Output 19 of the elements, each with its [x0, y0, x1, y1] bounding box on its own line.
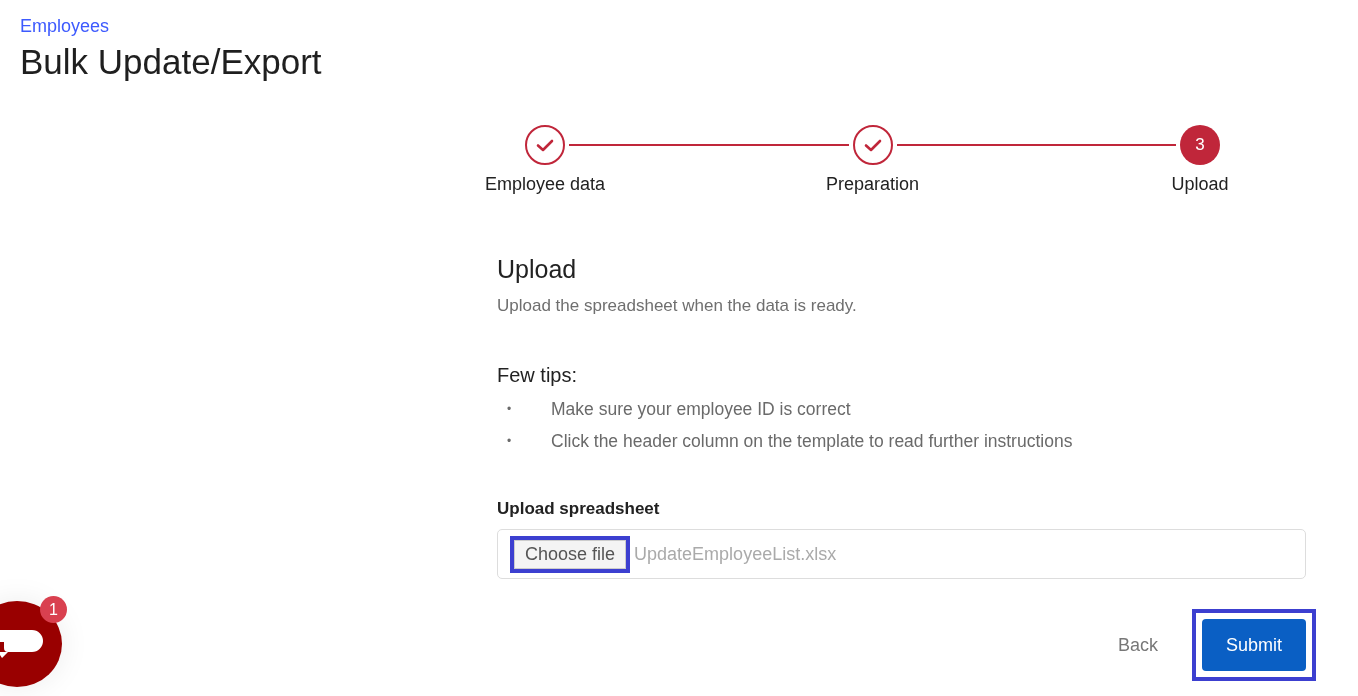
section-description: Upload the spreadsheet when the data is ready. [497, 296, 858, 316]
step-label: Employee data [484, 174, 606, 195]
section-heading: Upload [497, 255, 578, 284]
submit-button[interactable]: Submit [1202, 619, 1306, 671]
tip-text: Make sure your employee ID is correct [551, 398, 851, 420]
notification-badge: 1 [40, 596, 67, 623]
step-label: Upload [1171, 174, 1229, 195]
file-input-field[interactable]: Choose file UpdateEmployeeList.xlsx [497, 529, 1306, 579]
bullet: • [506, 434, 513, 448]
tip-text: Click the header column on the template to read further instructions [551, 430, 1073, 452]
page-title: Bulk Update/Export [20, 42, 322, 82]
tips-heading: Few tips: [497, 364, 579, 387]
bullet: • [506, 402, 513, 416]
back-button[interactable]: Back [1111, 628, 1164, 662]
step-label: Preparation [825, 174, 920, 195]
step-number: 3 [1180, 125, 1220, 165]
file-name: UpdateEmployeeList.xlsx [634, 543, 837, 565]
field-label: Upload spreadsheet [497, 499, 661, 519]
breadcrumb-link[interactable]: Employees [20, 16, 110, 37]
